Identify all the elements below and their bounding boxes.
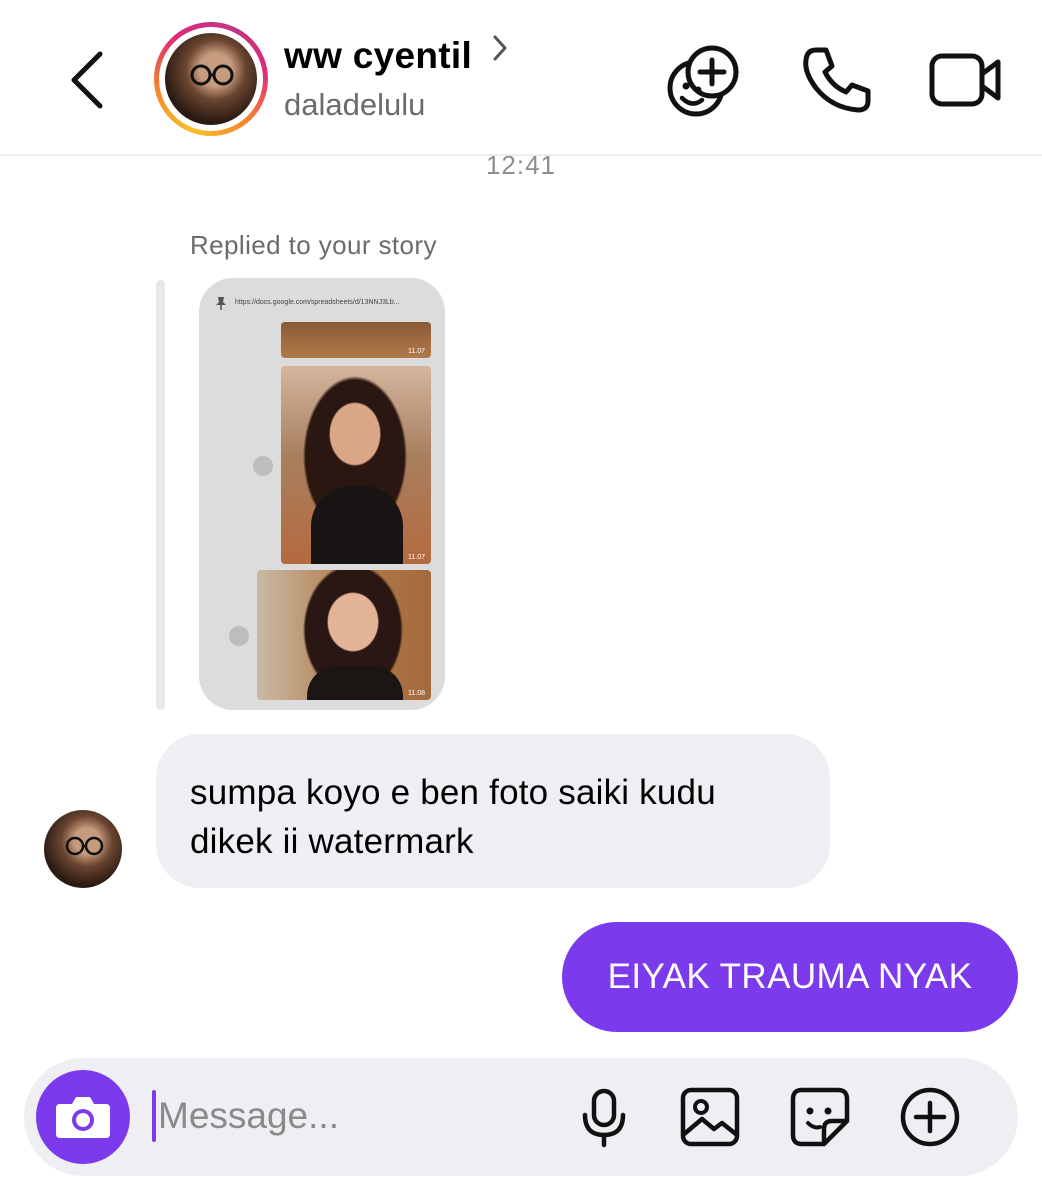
glasses-shape: [65, 836, 104, 856]
gallery-button[interactable]: [678, 1085, 742, 1149]
story-photo: 11.07: [281, 322, 431, 358]
incoming-message-bubble[interactable]: sumpa koyo e ben foto saiki kudu dikek i…: [156, 734, 830, 888]
phone-icon: [803, 47, 871, 113]
chevron-left-icon: [71, 51, 103, 109]
camera-icon: [56, 1097, 110, 1138]
forward-icon: [253, 456, 273, 476]
photo-shirt-shape: [311, 486, 403, 564]
microphone-icon: [582, 1088, 626, 1148]
story-preview[interactable]: https://docs.google.com/spreadsheets/d/1…: [199, 278, 445, 710]
story-url: https://docs.google.com/spreadsheets/d/1…: [235, 299, 400, 306]
back-button[interactable]: [60, 44, 120, 116]
forward-icon: [229, 626, 249, 646]
outgoing-message-bubble[interactable]: EIYAK TRAUMA NYAK: [562, 922, 1018, 1032]
avatar-photo: [165, 33, 257, 125]
voice-message-button[interactable]: [572, 1085, 636, 1149]
contact-name: ww cyentil: [284, 35, 473, 76]
plus-circle-icon: [900, 1087, 960, 1147]
sender-avatar[interactable]: [44, 810, 122, 888]
photo-time: 11.07: [408, 554, 425, 561]
story-photo: 11.07: [281, 366, 431, 564]
glasses-shape: [190, 64, 234, 86]
photo-time: 11.08: [408, 690, 425, 697]
story-photo: 11.08: [257, 570, 431, 700]
chevron-right-icon: [493, 35, 507, 61]
add-effects-button[interactable]: [664, 40, 744, 120]
avatar-ring-inner: [159, 27, 263, 131]
contact-name-block[interactable]: ww cyentil daladelulu: [284, 34, 509, 123]
add-effects-icon: [667, 45, 739, 117]
contact-username: daladelulu: [284, 87, 426, 122]
photo-time: 11.07: [408, 348, 425, 355]
video-camera-icon: [929, 53, 1001, 107]
message-timestamp: 12:41: [485, 150, 557, 180]
video-call-button[interactable]: [926, 40, 1006, 120]
message-input[interactable]: [158, 1080, 558, 1152]
contact-avatar[interactable]: [154, 22, 268, 136]
more-options-button[interactable]: [898, 1085, 962, 1149]
sticker-button[interactable]: [788, 1085, 852, 1149]
dm-thread-screen: ww cyentil daladelulu 12:41 Replied to y…: [0, 0, 1042, 1200]
camera-button[interactable]: [36, 1070, 130, 1164]
sticker-icon: [790, 1087, 850, 1147]
text-caret: [152, 1090, 156, 1142]
voice-call-button[interactable]: [796, 40, 876, 120]
gallery-icon: [680, 1087, 740, 1147]
story-reply-label: Replied to your story: [190, 230, 437, 260]
photo-shirt-shape: [307, 666, 403, 700]
reply-quote-bar: [156, 280, 165, 710]
thread-header: ww cyentil daladelulu: [0, 0, 1042, 156]
message-composer: [24, 1058, 1018, 1176]
